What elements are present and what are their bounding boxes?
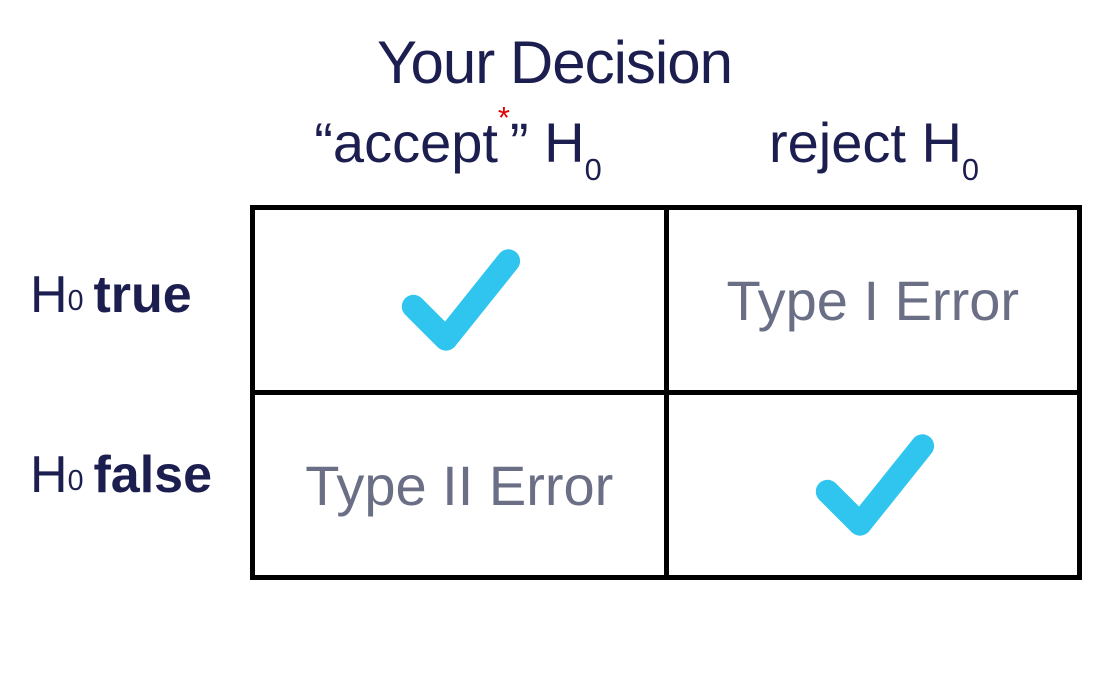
asterisk-icon: * xyxy=(498,100,510,135)
decision-diagram: Your Decision “accept*” H0 reject H0 H0t… xyxy=(0,0,1109,689)
column-headers: “accept*” H0 reject H0 xyxy=(250,110,1082,190)
row-true-sub: 0 xyxy=(68,285,84,318)
cell-true-reject: Type I Error xyxy=(666,208,1080,393)
decision-table: Type I Error Type II Error xyxy=(250,205,1082,580)
row-true-tf: true xyxy=(93,265,191,325)
accept-word: accept xyxy=(333,111,498,174)
col-header-reject: reject H0 xyxy=(666,110,1082,190)
row-false-tf: false xyxy=(93,445,212,505)
cell-false-accept: Type II Error xyxy=(253,393,667,578)
check-icon xyxy=(803,420,943,550)
check-icon xyxy=(389,235,529,365)
row-true-h: H xyxy=(30,265,68,325)
row-label-false: H0 false xyxy=(30,385,250,565)
col-header-accept: “accept*” H0 xyxy=(250,110,666,190)
accept-quote-close: ” xyxy=(510,111,529,174)
row-false-sub: 0 xyxy=(68,465,84,498)
row-false-h: H xyxy=(30,445,68,505)
accept-h: H xyxy=(529,111,585,174)
accept-quote-open: “ xyxy=(314,111,333,174)
cell-true-accept xyxy=(253,208,667,393)
row-label-true: H0 true xyxy=(30,205,250,385)
reject-word: reject xyxy=(769,111,906,174)
reject-sub: 0 xyxy=(962,152,979,187)
cell-false-reject xyxy=(666,393,1080,578)
reject-h: H xyxy=(906,111,962,174)
table-row: Type I Error xyxy=(253,208,1080,393)
table-row: Type II Error xyxy=(253,393,1080,578)
row-labels: H0true H0false xyxy=(30,205,250,565)
diagram-title: Your Decision xyxy=(0,28,1109,97)
accept-sub: 0 xyxy=(585,152,602,187)
